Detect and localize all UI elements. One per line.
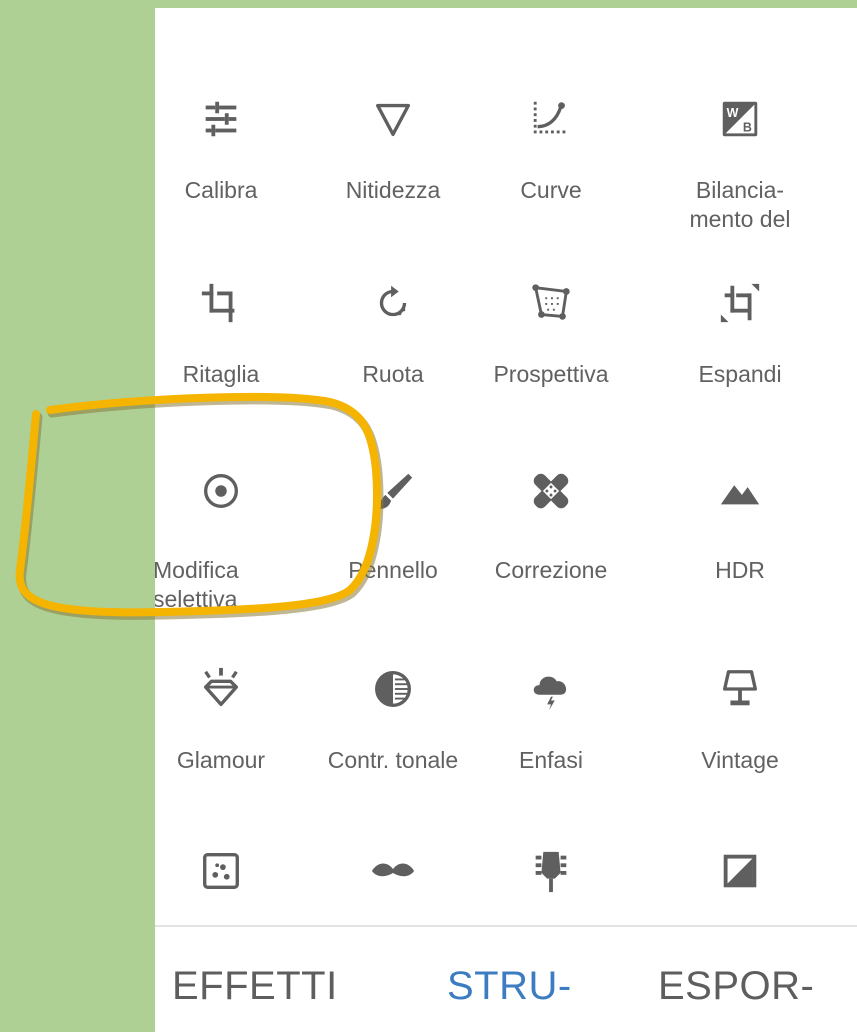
crop-icon [196, 278, 246, 328]
grainy-dice-icon [196, 846, 246, 896]
tool-label: Nitidezza [345, 177, 441, 203]
tool-label: Pennello [348, 557, 438, 583]
selective-target-icon [196, 466, 246, 516]
rotate-icon [368, 278, 418, 328]
tonal-contrast-icon [368, 664, 418, 714]
brush-icon [368, 466, 418, 516]
white-balance-icon: W B [715, 94, 765, 144]
healing-bandage-icon [526, 466, 576, 516]
tool-label: Glamour [176, 747, 266, 773]
sharpen-triangle-icon [368, 94, 418, 144]
guitar-head-icon [526, 846, 576, 896]
tabs-divider [155, 925, 857, 927]
tune-sliders-icon [196, 94, 246, 144]
tab-effetti[interactable]: EFFETTI [172, 964, 338, 1009]
curves-icon [526, 94, 576, 144]
tab-esporta[interactable]: ESPOR- [658, 964, 814, 1009]
cloud-storm-icon [526, 664, 576, 714]
diamond-glow-icon [196, 664, 246, 714]
perspective-icon [526, 278, 576, 328]
svg-text:B: B [743, 120, 752, 134]
tool-label: Enfasi [519, 747, 583, 773]
tool-label: Vintage [701, 747, 779, 773]
tool-label: Bilancia- mento del [689, 177, 791, 232]
tools-panel: Calibra Nitidezza Curve W B Bilancia- me… [155, 8, 857, 1032]
svg-text:W: W [727, 106, 739, 120]
tool-label: Espandi [698, 361, 782, 387]
green-background-top [0, 0, 857, 8]
tool-label: Prospettiva [493, 361, 609, 387]
tool-label: Contr. tonale [327, 747, 459, 773]
tab-strumenti[interactable]: STRU- [447, 964, 572, 1009]
tool-label: Ruota [362, 361, 424, 387]
green-background-left [0, 0, 155, 1032]
tool-label: Curve [520, 177, 582, 203]
tool-label: Calibra [184, 177, 258, 203]
tool-label: HDR [715, 557, 765, 583]
expand-icon [715, 278, 765, 328]
mustache-icon [368, 846, 418, 896]
mountains-icon [715, 466, 765, 516]
tool-label: Ritaglia [182, 361, 260, 387]
noir-frame-icon [715, 846, 765, 896]
tool-label: Correzione [494, 557, 608, 583]
lamp-icon [715, 664, 765, 714]
